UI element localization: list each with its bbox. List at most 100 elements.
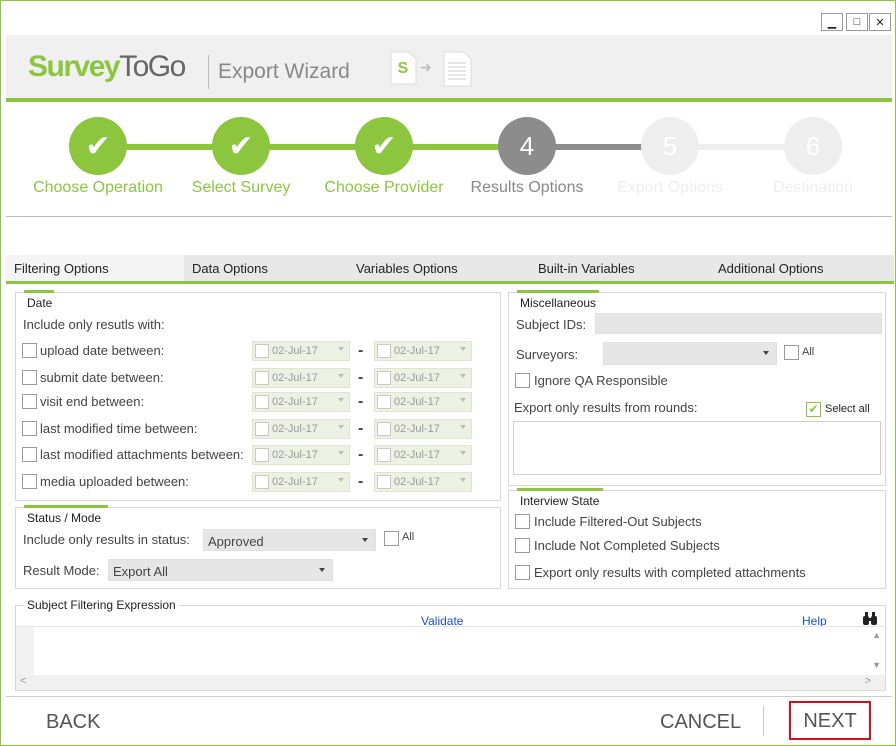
chevron-down-icon (460, 425, 466, 429)
minimize-icon: ▁ (827, 16, 837, 29)
date-to-picker[interactable]: 02-Jul-17 (374, 392, 472, 412)
minimize-button[interactable]: ▁ (821, 13, 843, 31)
date-from-picker[interactable]: 02-Jul-17 (252, 368, 350, 388)
date-to-picker[interactable]: 02-Jul-17 (374, 368, 472, 388)
date-to-picker[interactable]: 02-Jul-17 (374, 472, 472, 492)
date-to-picker[interactable]: 02-Jul-17 (374, 341, 472, 361)
include-filtered-out-checkbox[interactable] (515, 514, 530, 529)
date-range-separator: - (358, 446, 364, 463)
chevron-down-icon (338, 374, 344, 378)
surveytogo-logo: SurveyToGo (28, 50, 186, 83)
tab-variables-options[interactable]: Variables Options (348, 255, 530, 281)
wizard-header: SurveyToGo Export Wizard S ➜ (6, 35, 892, 102)
status-all-label: All (402, 531, 415, 543)
date-picker-checkbox[interactable] (255, 371, 269, 385)
scroll-left-icon[interactable]: < (20, 675, 26, 687)
date-picker-checkbox[interactable] (377, 448, 391, 462)
tab-built-in-variables[interactable]: Built-in Variables (530, 255, 710, 281)
surveyors-all-checkbox[interactable] (784, 345, 799, 360)
horizontal-scrollbar[interactable]: < > (16, 675, 885, 690)
include-not-completed-label: Include Not Completed Subjects (534, 538, 720, 553)
status-label: Include only results in status: (23, 532, 190, 547)
scroll-up-icon[interactable]: ▲ (872, 630, 881, 640)
tab-additional-options[interactable]: Additional Options (710, 255, 890, 281)
subject-filter-panel: Subject Filtering Expression Validate He… (15, 598, 886, 691)
interview-state-panel: Interview State Include Filtered-Out Sub… (508, 488, 886, 589)
wizard-stepper: ✔ Choose Operation ✔ Select Survey ✔ Choose P… (6, 105, 892, 217)
date-row-checkbox[interactable] (22, 447, 37, 462)
date-value: 02-Jul-17 (394, 396, 440, 408)
date-value: 02-Jul-17 (272, 345, 318, 357)
status-legend: Status / Mode (24, 511, 105, 525)
completed-attachments-checkbox[interactable] (515, 565, 530, 580)
expression-gutter (16, 627, 34, 675)
legend-accent (24, 290, 54, 293)
surveyors-select[interactable] (603, 342, 777, 365)
date-picker-checkbox[interactable] (255, 448, 269, 462)
chevron-down-icon (460, 451, 466, 455)
chevron-down-icon (460, 347, 466, 351)
date-from-picker[interactable]: 02-Jul-17 (252, 341, 350, 361)
cancel-button[interactable]: CANCEL (660, 711, 741, 734)
date-picker-checkbox[interactable] (377, 422, 391, 436)
rounds-list[interactable] (513, 421, 881, 475)
maximize-button[interactable]: □ (846, 13, 868, 31)
chevron-down-icon (338, 451, 344, 455)
date-from-picker[interactable]: 02-Jul-17 (252, 392, 350, 412)
date-value: 02-Jul-17 (394, 372, 440, 384)
next-button[interactable]: NEXT (789, 701, 871, 740)
date-picker-checkbox[interactable] (377, 395, 391, 409)
date-from-picker[interactable]: 02-Jul-17 (252, 445, 350, 465)
date-value: 02-Jul-17 (272, 449, 318, 461)
date-value: 02-Jul-17 (394, 423, 440, 435)
legend-accent (517, 488, 603, 491)
checkmark-icon: ✔ (808, 402, 819, 416)
rounds-label: Export only results from rounds: (514, 400, 698, 415)
date-row-checkbox[interactable] (22, 394, 37, 409)
result-mode-select[interactable]: Export All (108, 559, 333, 581)
date-row-checkbox[interactable] (22, 421, 37, 436)
step-2-circle: ✔ (212, 117, 270, 175)
date-picker-checkbox[interactable] (255, 395, 269, 409)
date-row-checkbox[interactable] (22, 370, 37, 385)
ignore-qa-checkbox[interactable] (515, 373, 530, 388)
date-to-picker[interactable]: 02-Jul-17 (374, 445, 472, 465)
date-row-checkbox[interactable] (22, 343, 37, 358)
tab-data-options[interactable]: Data Options (184, 255, 348, 281)
date-from-picker[interactable]: 02-Jul-17 (252, 472, 350, 492)
status-select[interactable]: Approved (203, 529, 376, 551)
date-to-picker[interactable]: 02-Jul-17 (374, 419, 472, 439)
svg-text:S: S (398, 60, 409, 77)
scroll-right-icon[interactable]: > (865, 675, 871, 687)
subject-ids-input[interactable] (595, 313, 882, 334)
date-panel: Date Include only resutls with: upload d… (15, 290, 501, 501)
date-row-checkbox[interactable] (22, 474, 37, 489)
misc-panel: Miscellaneous Subject IDs: Surveyors: Al… (508, 290, 886, 486)
step-4-circle: 4 (498, 117, 556, 175)
date-range-separator: - (358, 393, 364, 410)
date-picker-checkbox[interactable] (377, 475, 391, 489)
date-row-label: visit end between: (40, 394, 145, 409)
back-button[interactable]: BACK (46, 711, 100, 734)
date-from-picker[interactable]: 02-Jul-17 (252, 419, 350, 439)
date-picker-checkbox[interactable] (255, 344, 269, 358)
date-value: 02-Jul-17 (272, 476, 318, 488)
tab-filtering-options[interactable]: Filtering Options (6, 255, 184, 281)
date-row-label: last modified attachments between: (40, 447, 244, 462)
status-all-checkbox[interactable] (384, 531, 399, 546)
date-range-separator: - (358, 473, 364, 490)
surveyors-label: Surveyors: (516, 347, 579, 362)
select-all-checkbox[interactable]: ✔ (806, 402, 821, 417)
date-picker-checkbox[interactable] (377, 371, 391, 385)
date-picker-checkbox[interactable] (255, 475, 269, 489)
export-doc-icon (442, 51, 472, 90)
include-not-completed-checkbox[interactable] (515, 538, 530, 553)
date-row-label: media uploaded between: (40, 474, 189, 489)
close-button[interactable]: ✕ (869, 13, 891, 31)
date-picker-checkbox[interactable] (377, 344, 391, 358)
expression-textarea[interactable] (16, 626, 885, 675)
date-picker-checkbox[interactable] (255, 422, 269, 436)
scroll-down-icon[interactable]: ▼ (872, 660, 881, 670)
chevron-down-icon (319, 568, 325, 572)
step-3-circle: ✔ (355, 117, 413, 175)
